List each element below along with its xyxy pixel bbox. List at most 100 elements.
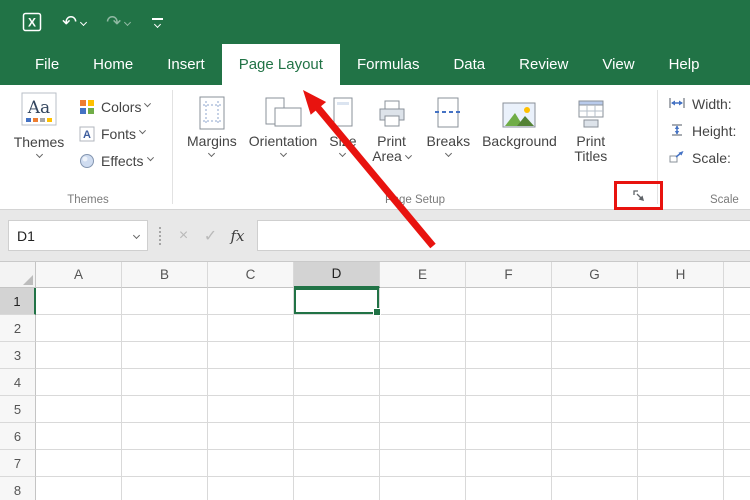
cell-H7[interactable] <box>638 450 724 477</box>
cell-H5[interactable] <box>638 396 724 423</box>
cell-F5[interactable] <box>466 396 552 423</box>
column-header-B[interactable]: B <box>122 262 208 288</box>
cell-G2[interactable] <box>552 315 638 342</box>
tab-review[interactable]: Review <box>502 44 585 85</box>
row-header-4[interactable]: 4 <box>0 369 36 396</box>
cell-F8[interactable] <box>466 477 552 500</box>
cell-B8[interactable] <box>122 477 208 500</box>
cell-D7[interactable] <box>294 450 380 477</box>
insert-function-button[interactable]: fx <box>224 227 251 245</box>
formula-input[interactable] <box>257 220 750 251</box>
row-header-3[interactable]: 3 <box>0 342 36 369</box>
cell-D6[interactable] <box>294 423 380 450</box>
cell-H3[interactable] <box>638 342 724 369</box>
cell-C1[interactable] <box>208 288 294 315</box>
cell-E4[interactable] <box>380 369 466 396</box>
print-area-button[interactable]: Print Area <box>363 90 421 164</box>
cell-F2[interactable] <box>466 315 552 342</box>
tab-home[interactable]: Home <box>76 44 150 85</box>
name-box[interactable]: D1 <box>8 220 148 251</box>
cell-C8[interactable] <box>208 477 294 500</box>
tab-file[interactable]: File <box>18 44 76 85</box>
row-header-2[interactable]: 2 <box>0 315 36 342</box>
cell-D4[interactable] <box>294 369 380 396</box>
customize-quick-access-toolbar-button[interactable] <box>152 17 164 28</box>
enter-button[interactable]: ✓ <box>197 226 224 246</box>
cell-B7[interactable] <box>122 450 208 477</box>
cell-G1[interactable] <box>552 288 638 315</box>
cell-E1[interactable] <box>380 288 466 315</box>
tab-view[interactable]: View <box>585 44 651 85</box>
scale-width-row[interactable]: Width: <box>668 93 750 115</box>
cell-B3[interactable] <box>122 342 208 369</box>
tab-data[interactable]: Data <box>436 44 502 85</box>
cell-H8[interactable] <box>638 477 724 500</box>
scale-scale-row[interactable]: Scale: <box>668 147 750 169</box>
margins-button[interactable]: Margins <box>181 90 243 159</box>
cell-F6[interactable] <box>466 423 552 450</box>
scale-height-row[interactable]: Height: <box>668 120 750 142</box>
orientation-button[interactable]: Orientation <box>243 90 323 159</box>
cell-D3[interactable] <box>294 342 380 369</box>
cell-A7[interactable] <box>36 450 122 477</box>
cell-H1[interactable] <box>638 288 724 315</box>
cell-G7[interactable] <box>552 450 638 477</box>
cell-E8[interactable] <box>380 477 466 500</box>
cell-B5[interactable] <box>122 396 208 423</box>
cell-C6[interactable] <box>208 423 294 450</box>
colors-button[interactable]: Colors <box>74 93 157 120</box>
undo-dropdown-icon[interactable] <box>80 18 88 26</box>
formula-bar-resize-handle[interactable] <box>159 226 161 245</box>
cell-D5[interactable] <box>294 396 380 423</box>
cell-A5[interactable] <box>36 396 122 423</box>
column-header-D[interactable]: D <box>294 262 380 288</box>
cell-A4[interactable] <box>36 369 122 396</box>
tab-page-layout[interactable]: Page Layout <box>221 44 340 85</box>
fonts-button[interactable]: A Fonts <box>74 120 157 147</box>
row-header-6[interactable]: 6 <box>0 423 36 450</box>
cell-D2[interactable] <box>294 315 380 342</box>
tab-help[interactable]: Help <box>652 44 717 85</box>
cell-E2[interactable] <box>380 315 466 342</box>
cell-A1[interactable] <box>36 288 122 315</box>
size-button[interactable]: Size <box>323 90 362 159</box>
cell-F4[interactable] <box>466 369 552 396</box>
cell-G5[interactable] <box>552 396 638 423</box>
column-header-F[interactable]: F <box>466 262 552 288</box>
row-header-5[interactable]: 5 <box>0 396 36 423</box>
cell-B1[interactable] <box>122 288 208 315</box>
cell-G4[interactable] <box>552 369 638 396</box>
column-header-A[interactable]: A <box>36 262 122 288</box>
name-box-dropdown-icon[interactable] <box>132 231 141 240</box>
cell-B6[interactable] <box>122 423 208 450</box>
cell-F3[interactable] <box>466 342 552 369</box>
column-header-E[interactable]: E <box>380 262 466 288</box>
cell-A3[interactable] <box>36 342 122 369</box>
cell-C3[interactable] <box>208 342 294 369</box>
cell-A2[interactable] <box>36 315 122 342</box>
cell-E3[interactable] <box>380 342 466 369</box>
cell-G8[interactable] <box>552 477 638 500</box>
cell-C7[interactable] <box>208 450 294 477</box>
cell-C2[interactable] <box>208 315 294 342</box>
row-header-7[interactable]: 7 <box>0 450 36 477</box>
column-header-C[interactable]: C <box>208 262 294 288</box>
cell-A6[interactable] <box>36 423 122 450</box>
breaks-button[interactable]: Breaks <box>421 90 477 159</box>
cell-E6[interactable] <box>380 423 466 450</box>
tab-insert[interactable]: Insert <box>150 44 222 85</box>
cell-C5[interactable] <box>208 396 294 423</box>
print-titles-button[interactable]: Print Titles <box>563 90 619 164</box>
cell-D1[interactable] <box>294 288 381 316</box>
tab-formulas[interactable]: Formulas <box>340 44 437 85</box>
redo-button[interactable]: ↷ <box>106 13 132 31</box>
cell-B2[interactable] <box>122 315 208 342</box>
effects-button[interactable]: Effects <box>74 147 157 174</box>
themes-button[interactable]: Aa Themes <box>8 91 70 174</box>
select-all-button[interactable] <box>0 262 36 288</box>
undo-button[interactable]: ↶ <box>62 13 88 31</box>
cell-F1[interactable] <box>466 288 552 315</box>
row-header-1[interactable]: 1 <box>0 288 36 315</box>
cell-G3[interactable] <box>552 342 638 369</box>
cell-C4[interactable] <box>208 369 294 396</box>
